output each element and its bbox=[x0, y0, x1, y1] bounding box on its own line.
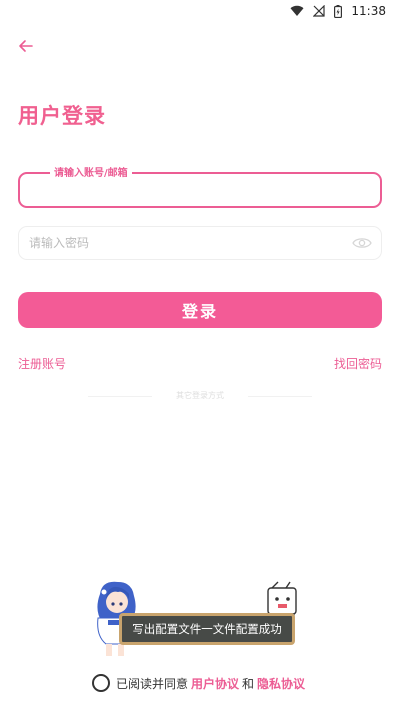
forgot-password-link[interactable]: 找回密码 bbox=[334, 355, 382, 372]
status-bar: 11:38 bbox=[0, 0, 400, 24]
arrow-left-icon bbox=[19, 40, 33, 52]
toggle-password-visibility[interactable] bbox=[351, 233, 373, 253]
no-signal-icon bbox=[313, 5, 326, 17]
user-agreement-link[interactable]: 用户协议 bbox=[191, 675, 239, 692]
status-icons: 11:38 bbox=[290, 4, 386, 18]
agreement-prefix: 已阅读并同意 bbox=[115, 676, 188, 691]
toast-message: 写出配置文件一文件配置成功 bbox=[119, 613, 295, 645]
battery-icon bbox=[334, 4, 343, 18]
username-label: 请输入账号/邮箱 bbox=[50, 164, 132, 179]
agreement-checkbox[interactable] bbox=[91, 674, 110, 692]
agreement-and: 和 bbox=[242, 676, 255, 691]
agreement-row: 已阅读并同意 用户协议 和 隐私协议 bbox=[0, 674, 400, 692]
privacy-agreement-link[interactable]: 隐私协议 bbox=[257, 675, 305, 692]
password-input[interactable] bbox=[19, 227, 381, 259]
toast-text: 写出配置文件一文件配置成功 bbox=[132, 622, 282, 636]
back-button[interactable] bbox=[14, 34, 38, 58]
wifi-icon bbox=[290, 5, 304, 17]
other-login-methods-label: 其它登录方式 bbox=[176, 391, 224, 400]
password-field[interactable] bbox=[18, 226, 382, 260]
page-title: 用户登录 bbox=[18, 104, 106, 128]
status-time: 11:38 bbox=[351, 4, 386, 18]
register-link[interactable]: 注册账号 bbox=[18, 355, 66, 372]
eye-icon bbox=[352, 238, 372, 248]
login-button[interactable]: 登录 bbox=[18, 292, 382, 328]
